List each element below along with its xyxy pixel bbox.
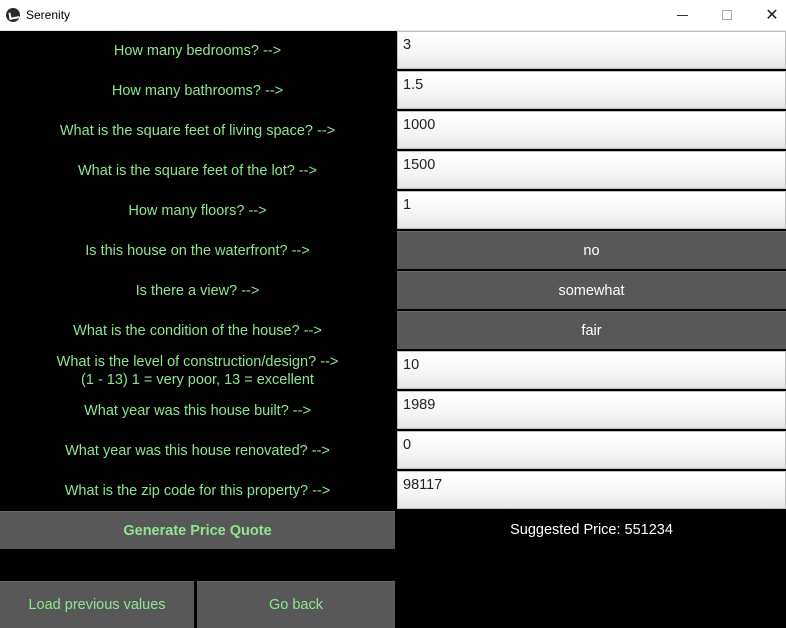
- window-titlebar[interactable]: Serenity ✕: [0, 0, 786, 31]
- go-back-button[interactable]: Go back: [197, 581, 395, 628]
- maximize-button[interactable]: [704, 0, 750, 30]
- waterfront-toggle[interactable]: no: [397, 231, 786, 269]
- year-renovated-input[interactable]: 0: [397, 431, 786, 469]
- condition-toggle[interactable]: fair: [397, 311, 786, 349]
- living-sqft-label: What is the square feet of living space?…: [59, 123, 336, 139]
- year-built-label: What year was this house built? -->: [84, 403, 311, 419]
- year-renovated-label: What year was this house renovated? -->: [65, 443, 330, 459]
- app-icon: [6, 8, 20, 22]
- grade-label-line2: (1 - 13) 1 = very poor, 13 = excellent: [81, 372, 314, 388]
- view-toggle[interactable]: somewhat: [397, 271, 786, 309]
- lot-sqft-label: What is the square feet of the lot? -->: [78, 163, 317, 179]
- grade-label-line1: What is the level of construction/design…: [56, 354, 339, 370]
- zipcode-label: What is the zip code for this property? …: [64, 483, 331, 499]
- generate-price-quote-button[interactable]: Generate Price Quote: [0, 511, 395, 549]
- bedrooms-input[interactable]: 3: [397, 31, 786, 69]
- year-built-input[interactable]: 1989: [397, 391, 786, 429]
- bedrooms-label: How many bedrooms? -->: [113, 43, 282, 59]
- zipcode-input[interactable]: 98117: [397, 471, 786, 509]
- load-previous-values-button[interactable]: Load previous values: [0, 581, 194, 628]
- floors-input[interactable]: 1: [397, 191, 786, 229]
- window-title: Serenity: [26, 8, 71, 22]
- floors-label: How many floors? -->: [128, 203, 267, 219]
- bathrooms-label: How many bathrooms? -->: [111, 83, 284, 99]
- grade-input[interactable]: 10: [397, 351, 786, 389]
- maximize-icon: [722, 10, 732, 20]
- bathrooms-input[interactable]: 1.5: [397, 71, 786, 109]
- close-icon: ✕: [765, 5, 779, 24]
- close-button[interactable]: ✕: [749, 0, 786, 30]
- lot-sqft-input[interactable]: 1500: [397, 151, 786, 189]
- condition-label: What is the condition of the house? -->: [73, 323, 322, 339]
- view-label: Is there a view? -->: [135, 283, 260, 299]
- suggested-price-text: Suggested Price: 551234: [510, 522, 673, 538]
- living-sqft-input[interactable]: 1000: [397, 111, 786, 149]
- grade-label: What is the level of construction/design…: [0, 351, 395, 391]
- minimize-icon: [676, 14, 688, 16]
- minimize-button[interactable]: [659, 0, 705, 30]
- waterfront-label: Is this house on the waterfront? -->: [85, 243, 310, 259]
